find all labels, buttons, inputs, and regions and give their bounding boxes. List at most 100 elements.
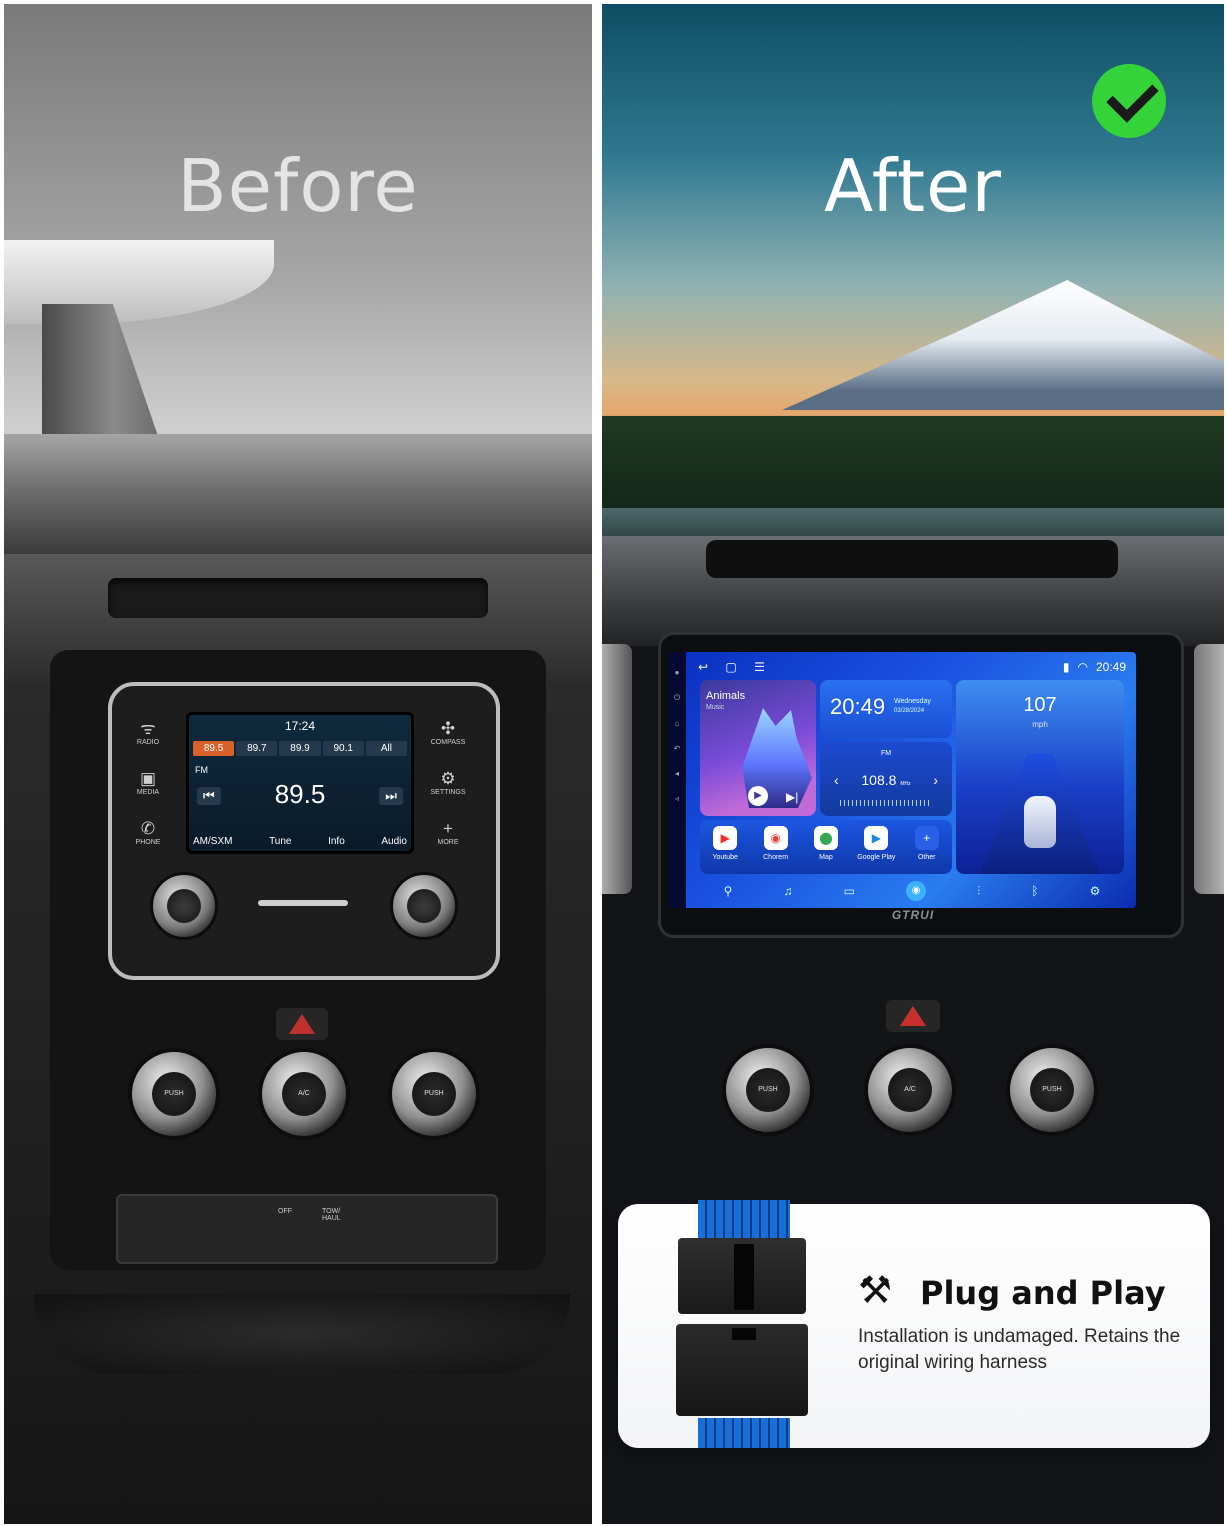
equalizer-icon[interactable]: ⫶ [977, 884, 980, 899]
preset-button[interactable]: 90.1 [322, 741, 364, 756]
tow-haul-switch-label[interactable]: TOW/ HAUL [322, 1208, 346, 1222]
clock-date: 03/28/2024 [894, 708, 925, 714]
compass-button[interactable]: ✣ COMPASS [428, 719, 468, 760]
ac-label: A/C [282, 1072, 326, 1116]
plug-slot [732, 1328, 756, 1340]
plug-and-play-card: ⚒ Plug and Play Installation is undamage… [618, 1200, 1210, 1448]
music-icon[interactable]: ♫ [783, 884, 792, 898]
clock-widget: 20:49 Wednesday 03/28/2024 [820, 680, 952, 738]
car-icon[interactable]: ▭ [844, 884, 855, 898]
power-icon[interactable]: ⏻ [668, 693, 686, 703]
status-time: 20:49 [1095, 660, 1126, 674]
info-button[interactable]: Info [328, 836, 345, 847]
compass-icon: ✣ [440, 719, 456, 738]
app-chrome[interactable]: ◉ Chorem [753, 826, 799, 861]
youtube-icon: ▶ [713, 826, 738, 850]
fm-tuning-scale [840, 800, 932, 806]
phone-icon: ✆ [140, 819, 156, 838]
tools-icon: ⚒ [858, 1270, 893, 1312]
phone-button[interactable]: ✆ PHONE [128, 819, 168, 860]
fm-unit: MHz [900, 781, 911, 787]
seek-forward-button[interactable]: ⏭ [379, 787, 403, 805]
app-map[interactable]: ⬤ Map [803, 826, 849, 861]
band-label: FM [195, 765, 208, 775]
preset-button[interactable]: 89.5 [193, 741, 235, 756]
mode-knob[interactable]: PUSH [388, 1048, 480, 1140]
plus-icon: + [443, 819, 453, 838]
off-switch-label[interactable]: OFF [278, 1208, 292, 1215]
mode-push-label: PUSH [1030, 1068, 1074, 1112]
right-vent-trim [1194, 644, 1224, 894]
status-bar: ↩ ▢ ☰ ▮ ◠ 20:49 [698, 658, 1126, 676]
check-icon [1092, 64, 1166, 138]
radio-display: 17:24 89.5 89.7 89.9 90.1 All FM ⏮ 89.5 … [186, 712, 414, 854]
before-panel: Before ᯤ RADIO ▣ MEDIA ✆ PHONE ✣ COMPASS… [4, 4, 592, 1524]
head-unit-screen: ● ⏻ ⌂ ↶ ◂ ◃ ↩ ▢ ☰ ▮ ◠ 20:49 Animals Musi… [668, 652, 1136, 908]
next-track-icon[interactable]: ▶| [786, 790, 798, 804]
tune-button[interactable]: Tune [269, 836, 291, 847]
clock-day: Wednesday [894, 698, 931, 705]
settings-icon[interactable]: ⚙ [1090, 884, 1101, 898]
brand-logo: GTRUI [891, 908, 935, 922]
app-youtube[interactable]: ▶ Youtube [702, 826, 748, 861]
play-icon[interactable]: ▶ [748, 786, 768, 806]
menu-icon[interactable]: ☰ [754, 660, 765, 674]
mode-knob[interactable]: PUSH [1006, 1044, 1098, 1136]
storage-pocket [34, 1294, 570, 1374]
radio-button[interactable]: ᯤ RADIO [128, 719, 168, 760]
browse-enter-knob[interactable] [390, 872, 458, 940]
temperature-knob[interactable]: A/C [864, 1044, 956, 1136]
other-apps-icon: + [914, 826, 939, 850]
preset-button[interactable]: 89.9 [279, 741, 321, 756]
home-icon[interactable]: ▢ [725, 660, 736, 674]
screen-off-bar[interactable] [258, 900, 348, 906]
fm-widget[interactable]: FM ‹ 108.8 MHz › [820, 742, 952, 816]
left-vent-trim [602, 644, 632, 894]
wiring-connector [676, 1200, 810, 1448]
preset-button[interactable]: 89.7 [236, 741, 278, 756]
map-pin-icon: ⬤ [813, 826, 838, 850]
am-sxm-button[interactable]: AM/SXM [193, 836, 232, 847]
hazard-button[interactable] [886, 1000, 940, 1032]
track-source: Music [706, 704, 725, 711]
fan-knob[interactable]: PUSH [722, 1044, 814, 1136]
volume-up-icon[interactable]: ◂ [668, 769, 686, 778]
lower-switch-panel: OFF TOW/ HAUL [116, 1194, 498, 1264]
volume-knob[interactable] [150, 872, 218, 940]
media-button[interactable]: ▣ MEDIA [128, 769, 168, 810]
back-key-icon[interactable]: ↶ [668, 744, 686, 753]
chrome-icon: ◉ [763, 826, 788, 850]
app-other[interactable]: + Other [904, 826, 950, 861]
navigation-icon[interactable]: ⚲ [724, 884, 733, 898]
app-google-play[interactable]: ▶ Google Play [853, 826, 899, 861]
status-indicators: ▮ ◠ 20:49 [1063, 660, 1126, 674]
fm-frequency: 108.8 MHz [861, 772, 911, 788]
apps-icon[interactable]: ◉ [906, 881, 927, 901]
settings-button[interactable]: ⚙ SETTINGS [428, 769, 468, 810]
track-title: Animals [706, 690, 746, 702]
preset-row: 89.5 89.7 89.9 90.1 All [193, 741, 408, 756]
dashboard-top [4, 434, 592, 554]
back-icon[interactable]: ↩ [698, 660, 708, 674]
audio-button[interactable]: Audio [381, 836, 407, 847]
fan-push-label: PUSH [152, 1072, 196, 1116]
clock-time: 20:49 [830, 694, 886, 719]
bluetooth-icon[interactable]: ᛒ [1031, 884, 1038, 898]
radio-softkeys: AM/SXM Tune Info Audio [193, 836, 407, 847]
home-key-icon[interactable]: ⌂ [668, 719, 686, 728]
preset-all-button[interactable]: All [365, 741, 408, 756]
more-button[interactable]: + MORE [428, 819, 468, 860]
music-widget[interactable]: Animals Music ▶ ▶| [700, 680, 816, 816]
hazard-button[interactable] [276, 1008, 328, 1040]
play-store-icon: ▶ [864, 826, 889, 850]
wire-bundle-top [698, 1200, 790, 1240]
volume-down-icon[interactable]: ◃ [668, 794, 686, 803]
hard-key-column: ● ⏻ ⌂ ↶ ◂ ◃ [668, 652, 686, 908]
radio-frequency: 89.5 [274, 779, 326, 809]
temperature-knob[interactable]: A/C [258, 1048, 350, 1140]
chevron-right-icon[interactable]: › [933, 772, 938, 788]
fan-knob[interactable]: PUSH [128, 1048, 220, 1140]
comparison-page: Before ᯤ RADIO ▣ MEDIA ✆ PHONE ✣ COMPASS… [0, 0, 1226, 1526]
mic-icon: ● [674, 668, 680, 677]
nav-buttons: ↩ ▢ ☰ [698, 660, 779, 674]
